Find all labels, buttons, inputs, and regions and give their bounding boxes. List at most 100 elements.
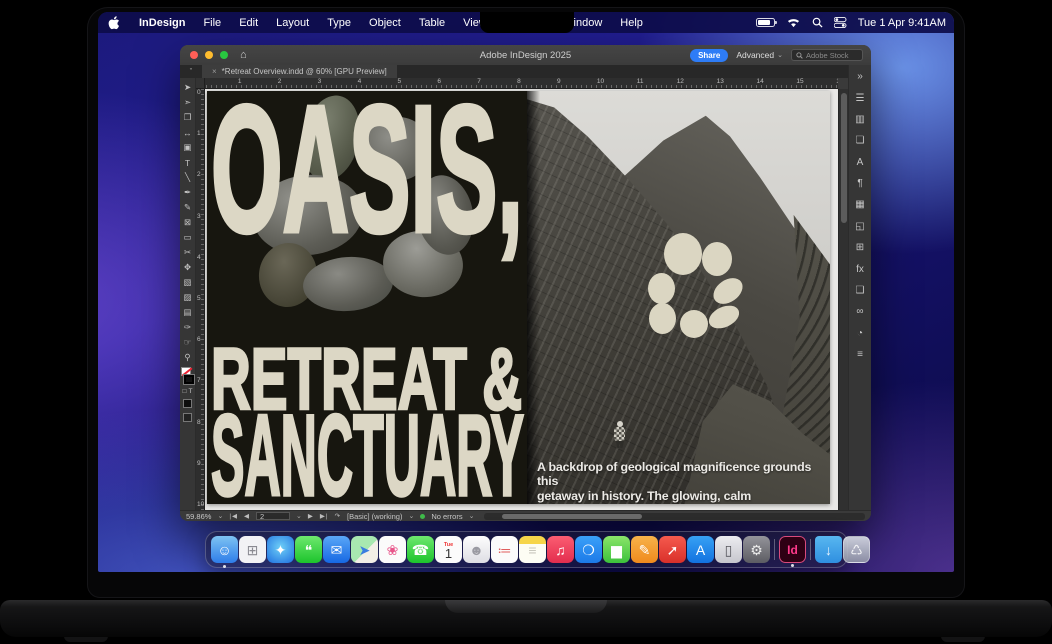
dock-item[interactable]: Id xyxy=(779,536,806,563)
panel-icon-button[interactable]: fx xyxy=(851,260,870,279)
battery-icon[interactable] xyxy=(756,18,775,27)
dock-item[interactable]: ❝ xyxy=(295,536,322,563)
preflight-caret-icon[interactable]: ⌄ xyxy=(408,512,414,520)
vertical-scrollbar[interactable] xyxy=(838,89,848,510)
close-tab-icon[interactable]: × xyxy=(212,67,217,76)
horizontal-ruler[interactable]: 012345678910111213141516 xyxy=(196,78,838,89)
panel-icon-button[interactable]: ¶ xyxy=(851,174,870,193)
page-backward-icon[interactable]: ↷ xyxy=(335,512,341,520)
panel-icon-button[interactable]: ☰ xyxy=(851,89,870,108)
tool-button[interactable]: ✥ xyxy=(181,260,195,275)
window-titlebar[interactable]: ⌂ Adobe InDesign 2025 Share Advanced⌄ Ad… xyxy=(180,45,871,65)
tool-button[interactable]: ▧ xyxy=(181,275,195,290)
zoom-caret-icon[interactable]: ⌄ xyxy=(217,512,223,520)
dock-item[interactable]: ▯ xyxy=(715,536,742,563)
apple-menu[interactable] xyxy=(108,16,121,30)
last-page-button[interactable]: ▶| xyxy=(320,512,329,520)
vertical-ruler[interactable]: 012345678910 xyxy=(196,89,205,510)
tool-button[interactable]: ✑ xyxy=(181,320,195,335)
wifi-icon[interactable] xyxy=(786,17,801,28)
panel-icon-button[interactable]: ◔ xyxy=(851,324,870,343)
menu-item[interactable]: Table xyxy=(410,17,454,29)
dock-item[interactable]: ♫ xyxy=(547,536,574,563)
dock-item[interactable]: Tue 1 xyxy=(435,536,462,563)
tool-button[interactable]: ⚲ xyxy=(181,350,195,365)
dock-item[interactable]: ✉ xyxy=(323,536,350,563)
formatting-affects-buttons[interactable]: □ T xyxy=(183,388,193,395)
tool-button[interactable]: ☞ xyxy=(181,335,195,350)
tool-button[interactable]: T xyxy=(181,155,195,170)
menu-item[interactable]: Edit xyxy=(230,17,267,29)
dock-item[interactable]: ➤ xyxy=(351,536,378,563)
search-icon[interactable] xyxy=(812,17,823,28)
tool-button[interactable]: ⊠ xyxy=(181,215,195,230)
panel-icon-button[interactable]: ∞ xyxy=(851,302,870,321)
tool-button[interactable]: ▤ xyxy=(181,305,195,320)
apply-color-button[interactable] xyxy=(183,399,192,408)
panel-icon-button[interactable]: ▦ xyxy=(851,195,870,214)
dock-item[interactable]: A xyxy=(687,536,714,563)
tool-button[interactable]: ↔ xyxy=(181,125,195,140)
tool-button[interactable]: ▭ xyxy=(181,230,195,245)
tool-button[interactable]: ✂ xyxy=(181,245,195,260)
close-window-button[interactable] xyxy=(190,51,198,59)
panel-icon-button[interactable]: ⊞ xyxy=(851,238,870,257)
dock-item[interactable]: ▆ xyxy=(603,536,630,563)
tool-button[interactable]: ╲ xyxy=(181,170,195,185)
dock-item[interactable]: ≔ xyxy=(491,536,518,563)
page-number-field[interactable]: 2 xyxy=(256,512,290,520)
panel-icon-button[interactable]: » xyxy=(851,67,870,86)
home-icon[interactable]: ⌂ xyxy=(240,49,247,61)
menu-item[interactable]: Type xyxy=(318,17,360,29)
next-page-button[interactable]: ▶ xyxy=(308,512,314,520)
document-canvas[interactable]: OASIS, RETREAT & SANCTUARY xyxy=(205,89,838,510)
previous-page-button[interactable]: ◀ xyxy=(244,512,250,520)
dock-item[interactable]: ✎ xyxy=(631,536,658,563)
panel-icon-button[interactable]: ❏ xyxy=(851,131,870,150)
headline-sanctuary[interactable]: SANCTUARY xyxy=(211,411,526,503)
panel-icon-button[interactable]: ▥ xyxy=(851,110,870,129)
page-spread[interactable]: OASIS, RETREAT & SANCTUARY xyxy=(207,91,830,504)
dock-item[interactable]: ☺ xyxy=(211,536,238,563)
tool-button[interactable]: ✎ xyxy=(181,200,195,215)
tool-button[interactable]: ▨ xyxy=(181,290,195,305)
dock-item[interactable]: ❀ xyxy=(379,536,406,563)
preflight-errors-label[interactable]: No errors xyxy=(431,512,462,521)
fill-stroke-swatches[interactable] xyxy=(181,367,195,385)
dock-item[interactable]: ✦ xyxy=(267,536,294,563)
preflight-profile[interactable]: [Basic] (working) xyxy=(347,512,402,521)
panel-icon-button[interactable]: ◱ xyxy=(851,217,870,236)
adobe-stock-search-input[interactable]: Adobe Stock xyxy=(791,49,863,61)
right-page[interactable]: A backdrop of geological magnificence gr… xyxy=(527,91,830,504)
page-caret-icon[interactable]: ⌄ xyxy=(296,512,302,520)
tool-button[interactable]: ✒ xyxy=(181,185,195,200)
tool-button[interactable]: ➤ xyxy=(181,80,195,95)
share-button[interactable]: Share xyxy=(690,49,728,62)
horizontal-scrollbar[interactable] xyxy=(484,513,865,520)
first-page-button[interactable]: |◀ xyxy=(229,512,238,520)
dock-item[interactable]: ⚙ xyxy=(743,536,770,563)
menu-item[interactable]: File xyxy=(194,17,230,29)
menu-item[interactable]: InDesign xyxy=(130,17,194,29)
ruler-origin-box[interactable] xyxy=(196,78,205,89)
panel-icon-button[interactable]: ❑ xyxy=(851,281,870,300)
dock-item[interactable]: ☎ xyxy=(407,536,434,563)
caption-text[interactable]: A backdrop of geological magnificence gr… xyxy=(537,460,825,504)
workspace-switcher[interactable]: Advanced⌄ xyxy=(736,50,783,60)
document-tab[interactable]: × *Retreat Overview.indd @ 60% [GPU Prev… xyxy=(202,65,397,78)
menubar-clock[interactable]: Tue 1 Apr 9:41AM xyxy=(858,17,946,29)
screen-mode-button[interactable] xyxy=(183,413,192,422)
menu-item[interactable]: Object xyxy=(360,17,410,29)
panel-icon-button[interactable]: A xyxy=(851,153,870,172)
headline-oasis[interactable]: OASIS, xyxy=(211,97,525,257)
menu-item[interactable]: Help xyxy=(611,17,652,29)
control-center-icon[interactable] xyxy=(834,17,847,28)
left-page[interactable]: OASIS, RETREAT & SANCTUARY xyxy=(207,91,527,504)
zoom-window-button[interactable] xyxy=(220,51,228,59)
dock-item[interactable]: ≡ xyxy=(519,536,546,563)
tool-button[interactable]: ➣ xyxy=(181,95,195,110)
dock-item[interactable]: ♺ xyxy=(843,536,870,563)
dock-item[interactable]: ☻ xyxy=(463,536,490,563)
dock-item[interactable]: ⊞ xyxy=(239,536,266,563)
minimize-window-button[interactable] xyxy=(205,51,213,59)
